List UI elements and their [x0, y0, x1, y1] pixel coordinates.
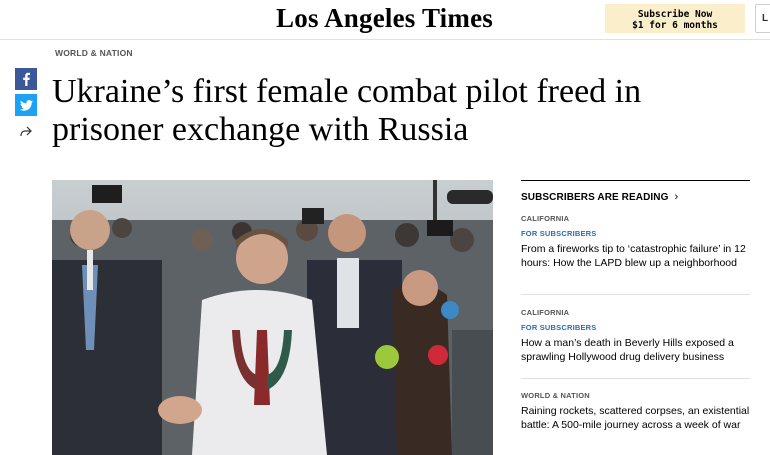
photo-crowd-illustration [52, 180, 493, 455]
twitter-share-button[interactable] [15, 94, 37, 116]
share-arrow-icon [20, 126, 32, 136]
sidebar-title[interactable]: SUBSCRIBERS ARE READING › [521, 181, 750, 214]
facebook-share-button[interactable] [15, 68, 37, 90]
site-header: Los Angeles Times Subscribe Now $1 for 6… [0, 0, 770, 40]
article-category[interactable]: WORLD & NATION [521, 391, 750, 400]
article-headline: Ukraine’s first female combat pilot free… [52, 73, 642, 148]
section-label[interactable]: WORLD & NATION [55, 48, 133, 58]
article-category[interactable]: CALIFORNIA [521, 308, 750, 317]
sidebar-article-3[interactable]: WORLD & NATION Raining rockets, scattere… [521, 379, 750, 432]
article-title[interactable]: How a man’s death in Beverly Hills expos… [521, 337, 750, 364]
for-subscribers-label: FOR SUBSCRIBERS [521, 229, 597, 238]
article-category[interactable]: CALIFORNIA [521, 214, 750, 223]
sidebar-title-text: SUBSCRIBERS ARE READING [521, 192, 669, 203]
site-logo[interactable]: Los Angeles Times [272, 3, 497, 34]
article-title[interactable]: From a fireworks tip to ‘catastrophic fa… [521, 243, 750, 270]
subscribe-button[interactable]: Subscribe Now $1 for 6 months [605, 4, 745, 33]
subscribe-line-1: Subscribe Now [637, 9, 713, 20]
login-button[interactable]: L [755, 4, 770, 33]
facebook-icon [23, 72, 30, 86]
twitter-icon [19, 99, 33, 111]
subscribers-reading-sidebar: SUBSCRIBERS ARE READING › CALIFORNIA FOR… [521, 180, 750, 432]
subscribe-line-2: $1 for 6 months [632, 19, 718, 31]
sidebar-article-2[interactable]: CALIFORNIA FOR SUBSCRIBERS How a man’s d… [521, 295, 750, 379]
for-subscribers-label: FOR SUBSCRIBERS [521, 323, 597, 332]
article-title[interactable]: Raining rockets, scattered corpses, an e… [521, 405, 750, 432]
chevron-right-icon: › [674, 191, 679, 203]
sidebar-article-1[interactable]: CALIFORNIA FOR SUBSCRIBERS From a firewo… [521, 214, 750, 295]
share-button[interactable] [15, 120, 37, 142]
article-photo [52, 180, 493, 455]
